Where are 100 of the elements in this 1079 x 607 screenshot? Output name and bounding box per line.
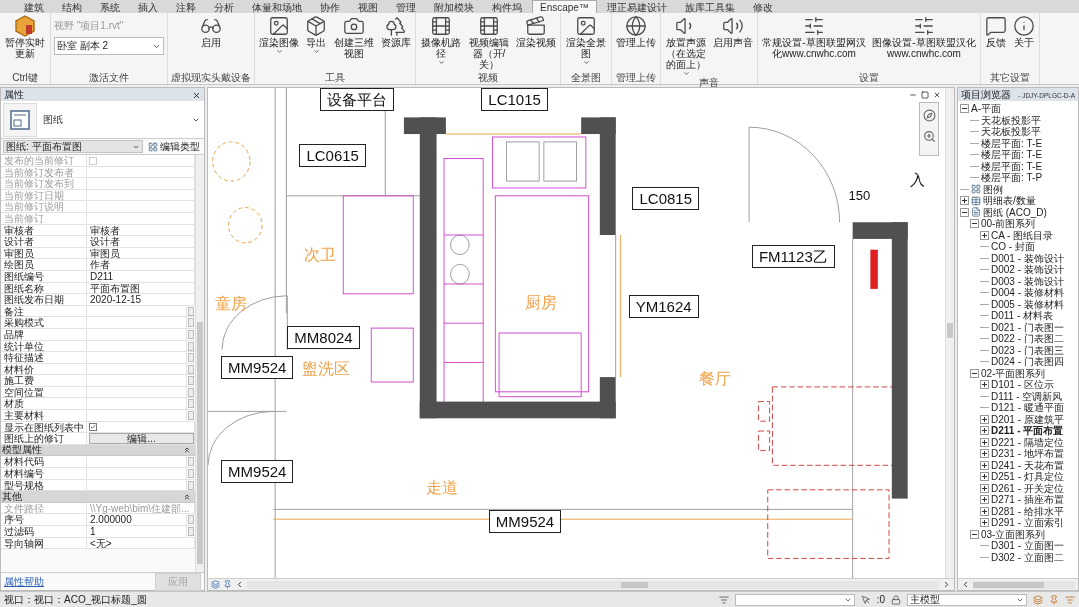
close-icon[interactable] xyxy=(192,90,201,100)
tree-item[interactable]: D023 - 门表图三 xyxy=(991,344,1064,356)
expand-icon[interactable] xyxy=(980,518,989,528)
tree-item[interactable]: D251 - 灯具定位 xyxy=(991,471,1064,483)
tree-item[interactable]: D101 - 区位示 xyxy=(991,379,1054,391)
ribbon-button[interactable]: 创建三维视图 xyxy=(332,15,376,59)
layers-icon[interactable] xyxy=(1033,594,1043,605)
tree-item[interactable]: 03-立面图系列 xyxy=(981,528,1046,540)
layers-icon[interactable] xyxy=(211,580,220,589)
maximize-icon[interactable] xyxy=(921,91,929,99)
type-selector[interactable]: 图纸 xyxy=(1,101,204,139)
ribbon-tab[interactable]: 族库工具集 xyxy=(676,0,743,13)
tree-item[interactable]: 天花板投影平 xyxy=(981,114,1041,126)
ribbon-button[interactable]: 启用声音 xyxy=(712,15,754,48)
ribbon-tab[interactable]: 分析 xyxy=(206,0,242,13)
tree-item[interactable]: CO - 封面 xyxy=(991,241,1035,253)
tree-item[interactable]: 明细表/数量 xyxy=(983,195,1036,207)
expand-icon[interactable] xyxy=(980,437,989,447)
tree-item[interactable]: D022 - 门表图二 xyxy=(991,333,1064,345)
tree-item[interactable]: D221 - 隔墙定位 xyxy=(991,436,1064,448)
checkbox[interactable] xyxy=(89,423,97,432)
expand-icon[interactable] xyxy=(980,460,989,470)
ribbon-button[interactable]: 放置声源（在选定的面上） xyxy=(664,15,708,77)
zoom-icon[interactable] xyxy=(922,130,936,143)
scroll-right-icon[interactable] xyxy=(942,580,951,589)
expand-icon[interactable] xyxy=(980,483,989,493)
ribbon-tab[interactable]: 附加模块 xyxy=(426,0,482,13)
minimize-icon[interactable] xyxy=(909,91,917,99)
scrollbar[interactable] xyxy=(247,580,939,589)
scroll-left-icon[interactable] xyxy=(235,580,244,589)
ribbon-tab[interactable]: Enscape™ xyxy=(532,0,597,13)
tree-item[interactable]: D302 - 立面图二 xyxy=(991,551,1064,563)
ribbon-tab[interactable]: 体量和场地 xyxy=(244,0,310,13)
pointer-icon[interactable] xyxy=(860,594,871,605)
design-option-dropdown[interactable]: 主模型 xyxy=(907,593,1027,606)
ribbon-tab[interactable]: 视图 xyxy=(350,0,386,13)
tree-item[interactable]: 图例 xyxy=(983,183,1003,195)
tree-item[interactable]: CA - 图纸目录 xyxy=(991,229,1054,241)
tree-item[interactable]: D011 - 材料表 xyxy=(991,310,1054,322)
edit-type-button[interactable]: 编辑类型 xyxy=(146,139,202,154)
scrollbar[interactable] xyxy=(973,580,1075,589)
ribbon-button[interactable]: 摄像机路径 xyxy=(419,15,463,66)
ribbon-button[interactable]: 暂停实时更新 xyxy=(3,15,47,59)
ribbon-button[interactable]: 导出 xyxy=(304,15,328,55)
scroll-left-icon[interactable] xyxy=(961,580,970,589)
expand-icon[interactable] xyxy=(980,472,989,482)
ribbon-button[interactable]: 资源库 xyxy=(380,15,412,48)
ribbon-button[interactable]: 渲染全景图 xyxy=(564,15,608,66)
edit-button[interactable]: 编辑... xyxy=(89,433,194,445)
ribbon-tab[interactable]: 协作 xyxy=(312,0,348,13)
instance-dropdown[interactable]: 图纸: 平面布置图 xyxy=(3,140,143,153)
tree-item[interactable]: D211 - 平面布置 xyxy=(991,425,1064,437)
tree-item[interactable]: D111 - 空调新风 xyxy=(991,390,1063,402)
ribbon-tab[interactable]: 管理 xyxy=(388,0,424,13)
tree-item[interactable]: 楼层平面: T-E xyxy=(981,149,1043,161)
expand-icon[interactable] xyxy=(960,196,969,206)
expand-icon[interactable] xyxy=(980,414,989,424)
close-icon[interactable] xyxy=(933,91,941,99)
ribbon-button[interactable]: 常规设置-草图联盟网汉化www.cnwhc.com xyxy=(761,15,867,59)
tree-item[interactable]: D261 - 开关定位 xyxy=(991,482,1064,494)
expand-icon[interactable] xyxy=(980,506,989,516)
tree-item[interactable]: D021 - 门表图一 xyxy=(991,321,1064,333)
ribbon-tab[interactable]: 插入 xyxy=(130,0,166,13)
tree-item[interactable]: D004 - 装修材料 xyxy=(991,287,1064,299)
tree-item[interactable]: 00-前图系列 xyxy=(981,218,1036,230)
ribbon-button[interactable]: 启用 xyxy=(199,15,223,48)
ribbon-button[interactable]: 反馈 xyxy=(984,15,1008,48)
ribbon-tab[interactable]: 修改 xyxy=(744,0,781,13)
tree-item[interactable]: D281 - 给排水平 xyxy=(991,505,1064,517)
tree-item[interactable]: D003 - 装饰设计 xyxy=(991,275,1064,287)
ribbon-button[interactable]: 渲染视频 xyxy=(515,15,557,48)
tree-item[interactable]: 图纸 (ACO_D) xyxy=(983,206,1047,218)
tree-item[interactable]: D231 - 地坪布置 xyxy=(991,448,1064,460)
tree-item[interactable]: D241 - 天花布置 xyxy=(991,459,1064,471)
tree-item[interactable]: D301 - 立面图一 xyxy=(991,540,1064,552)
ribbon-button[interactable]: 图像设置-草图联盟汉化www.cnwhc.com xyxy=(871,15,977,59)
property-value[interactable]: 1 xyxy=(87,526,187,537)
pin-icon[interactable] xyxy=(1049,594,1059,605)
collapse-icon[interactable] xyxy=(970,529,979,539)
expand-icon[interactable] xyxy=(980,495,989,505)
steering-wheel-icon[interactable] xyxy=(922,109,936,122)
expand-icon[interactable] xyxy=(980,380,989,390)
ribbon-tab[interactable]: 注释 xyxy=(168,0,204,13)
ribbon-tab[interactable]: 理正易建设计 xyxy=(598,0,675,13)
tree-item[interactable]: D201 - 原建筑平 xyxy=(991,413,1064,425)
tree-item[interactable]: 02-平面图系列 xyxy=(981,367,1046,379)
ribbon-tab[interactable]: 结构 xyxy=(54,0,90,13)
lock-icon[interactable] xyxy=(891,594,901,605)
ribbon-button[interactable]: 关于 xyxy=(1012,15,1036,48)
ribbon-tab[interactable]: 构件坞 xyxy=(484,0,530,13)
tree-item[interactable]: D291 - 立面索引 xyxy=(991,517,1064,529)
tree-item[interactable]: D024 - 门表图四 xyxy=(991,356,1064,368)
tree-item[interactable]: D002 - 装饰设计 xyxy=(991,264,1064,276)
section-header[interactable]: 其他 xyxy=(1,491,195,503)
scrollbar[interactable] xyxy=(945,88,954,578)
tree-item[interactable]: 天花板投影平 xyxy=(981,126,1041,138)
tree-item[interactable]: D001 - 装饰设计 xyxy=(991,252,1064,264)
ribbon-button[interactable]: 视频编辑器（开/关） xyxy=(467,15,511,70)
tree-item[interactable]: 楼层平面: T-E xyxy=(981,137,1043,149)
pin-icon[interactable] xyxy=(223,580,232,589)
